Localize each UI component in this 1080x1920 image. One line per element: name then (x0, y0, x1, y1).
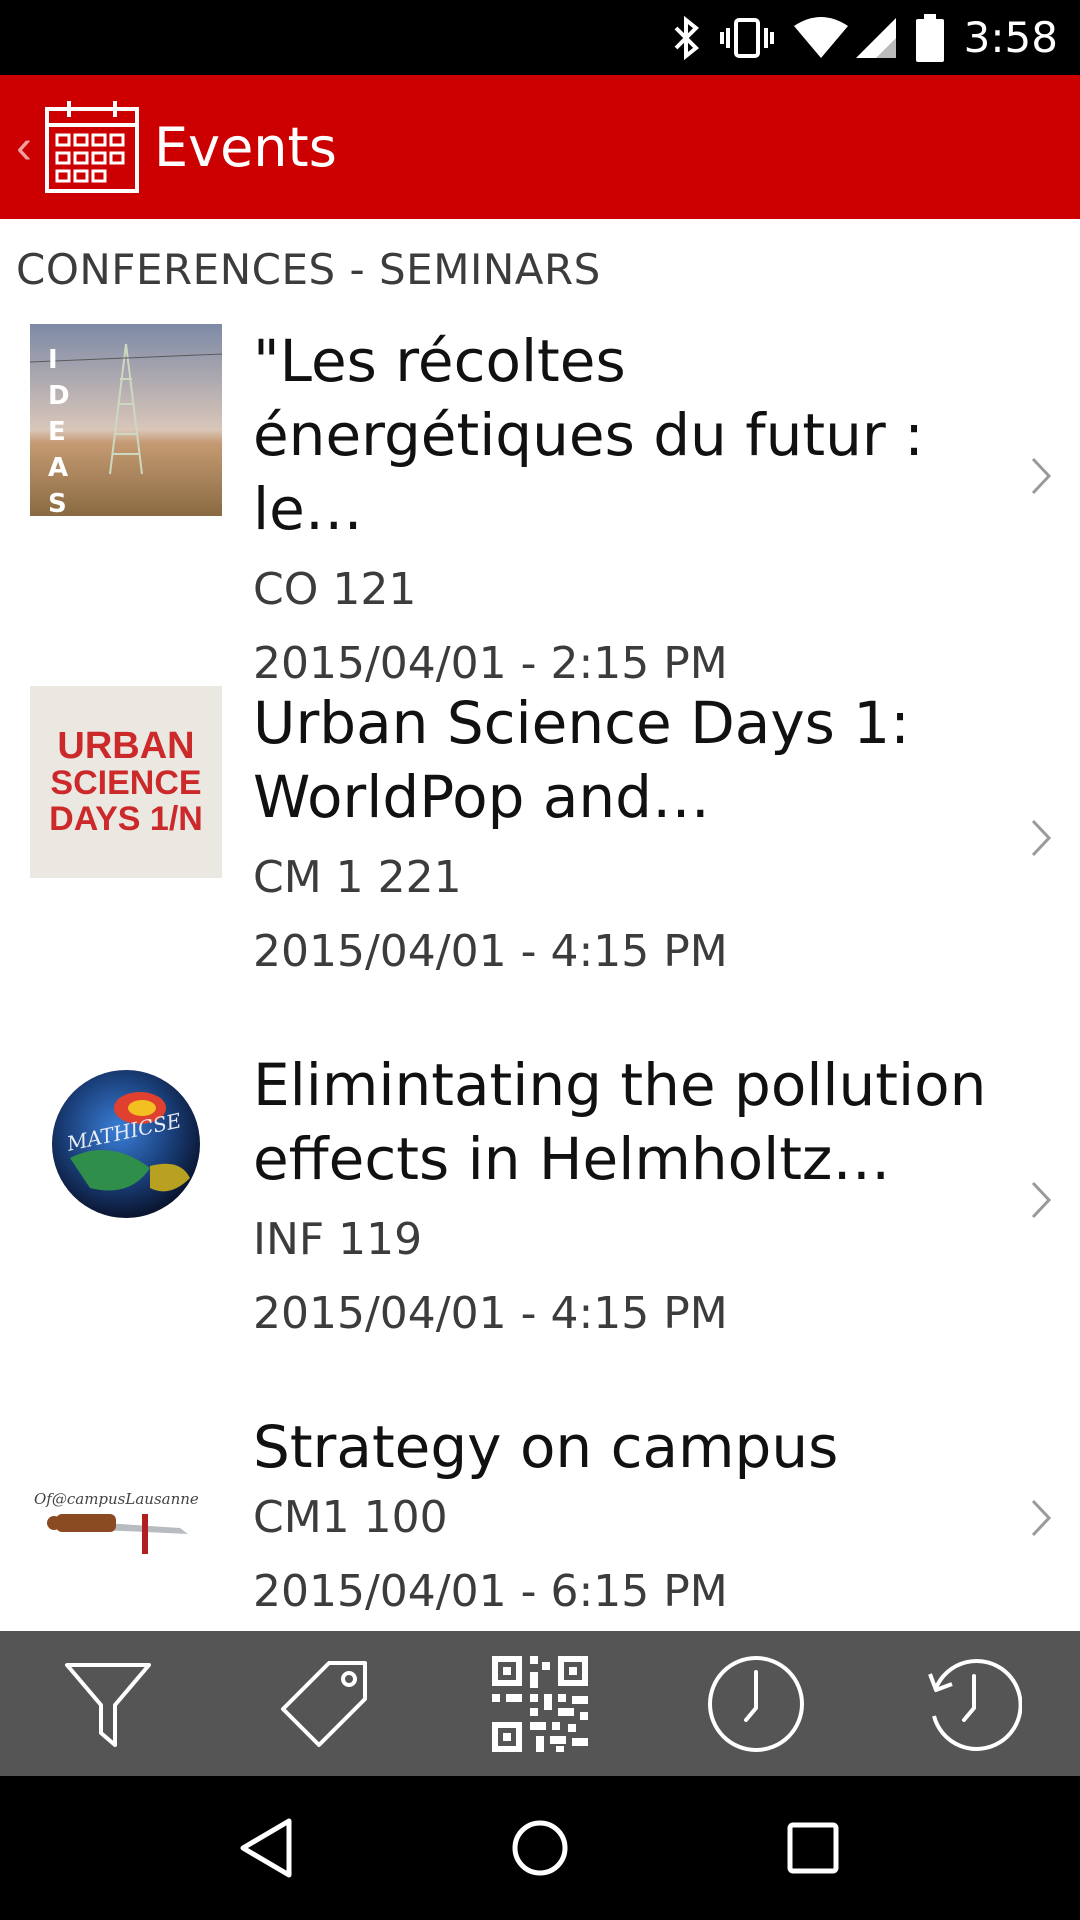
history-icon[interactable] (917, 1649, 1027, 1759)
event-thumbnail: URBAN SCIENCE DAYS 1/N (30, 686, 222, 878)
signal-icon (854, 16, 898, 60)
event-thumbnail: IDEAS (30, 324, 222, 516)
event-location: CO 121 (253, 564, 417, 615)
list-item[interactable]: Of@campusLausanne Strategy on campus CM1… (0, 1410, 1080, 1631)
event-datetime: 2015/04/01 - 2:15 PM (253, 638, 728, 689)
qr-code-icon[interactable] (485, 1649, 595, 1759)
vibrate-icon (719, 16, 774, 60)
event-thumbnail: Of@campusLausanne (30, 1410, 222, 1602)
clock-icon[interactable] (701, 1649, 811, 1759)
filter-icon[interactable] (53, 1649, 163, 1759)
calendar-icon[interactable] (42, 97, 142, 197)
thumb-text: IDEAS (48, 345, 70, 516)
chevron-right-icon (1031, 1181, 1052, 1219)
event-location: CM 1 221 (253, 852, 462, 903)
recents-square-icon[interactable] (768, 1803, 858, 1893)
back-chevron-icon[interactable]: ‹ (10, 120, 38, 175)
tag-icon[interactable] (269, 1649, 379, 1759)
thumb-line: URBAN (57, 725, 195, 767)
event-title: Urban Science Days 1: WorldPop and… (253, 689, 910, 831)
status-time: 3:58 (963, 13, 1058, 62)
section-header: CONFERENCES - SEMINARS (16, 245, 601, 294)
page-title: Events (154, 115, 337, 179)
back-triangle-icon[interactable] (222, 1803, 312, 1893)
event-list: CONFERENCES - SEMINARS IDEAS "Les récolt… (0, 219, 1080, 1631)
status-bar: 3:58 (0, 0, 1080, 75)
bluetooth-icon (672, 15, 702, 60)
bottom-toolbar (0, 1631, 1080, 1776)
list-item[interactable]: MATHICSE Elimintating the pollution effe… (0, 1048, 1080, 1408)
event-location: CM1 100 (253, 1492, 448, 1543)
system-nav-bar (0, 1776, 1080, 1920)
event-title: Elimintating the pollution effects in He… (253, 1051, 987, 1193)
chevron-right-icon (1031, 1499, 1052, 1537)
list-item[interactable]: IDEAS "Les récoltes énergétiques du futu… (0, 324, 1080, 689)
list-item[interactable]: URBAN SCIENCE DAYS 1/N Urban Science Day… (0, 686, 1080, 1046)
thumb-text: Of@campusLausanne (34, 1490, 199, 1508)
thumb-line: DAYS 1/N (49, 800, 203, 838)
event-location: INF 119 (253, 1214, 423, 1265)
event-title: Strategy on campus (253, 1413, 839, 1481)
chevron-right-icon (1031, 457, 1052, 495)
home-circle-icon[interactable] (495, 1803, 585, 1893)
event-datetime: 2015/04/01 - 6:15 PM (253, 1566, 728, 1617)
event-datetime: 2015/04/01 - 4:15 PM (253, 1288, 728, 1339)
thumb-line: SCIENCE (50, 764, 202, 802)
event-title: "Les récoltes énergétiques du futur : le… (253, 327, 924, 543)
event-thumbnail: MATHICSE (30, 1048, 222, 1240)
chevron-right-icon (1031, 819, 1052, 857)
battery-icon (915, 13, 944, 62)
event-datetime: 2015/04/01 - 4:15 PM (253, 926, 728, 977)
wifi-icon (792, 16, 850, 60)
app-bar: ‹ Events (0, 75, 1080, 219)
